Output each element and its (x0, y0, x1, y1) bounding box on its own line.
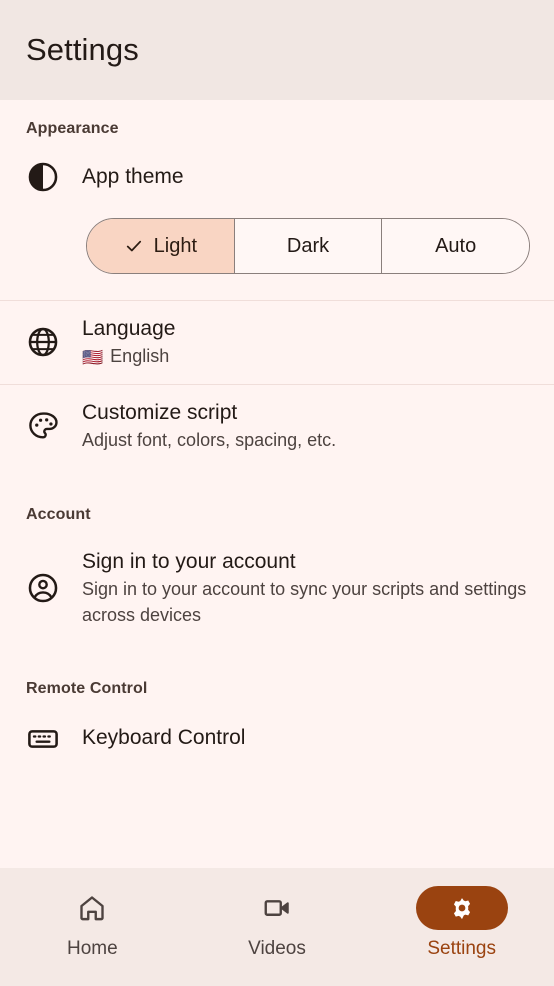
settings-row-language[interactable]: Language 🇺🇸 English (0, 301, 554, 384)
sign-in-label: Sign in to your account (82, 549, 296, 573)
settings-row-keyboard-control[interactable]: Keyboard Control (0, 704, 554, 772)
language-value: 🇺🇸 English (82, 344, 530, 370)
keyboard-control-label: Keyboard Control (82, 726, 246, 750)
check-icon (124, 236, 144, 256)
section-header-remote-control: Remote Control (26, 680, 148, 698)
section-header-appearance: Appearance (26, 120, 119, 137)
nav-item-videos[interactable]: Videos (185, 886, 370, 960)
app-bar: Settings (0, 0, 554, 100)
theme-option-dark-label: Dark (286, 234, 330, 257)
settings-row-app-theme[interactable]: App theme Light Dark Auto (0, 144, 554, 300)
settings-row-sign-in[interactable]: Sign in to your account Sign in to your … (0, 530, 554, 642)
app-theme-label: App theme (82, 165, 184, 189)
sign-in-description: Sign in to your account to sync your scr… (82, 578, 527, 625)
theme-option-light[interactable]: Light (87, 219, 235, 273)
theme-segmented-control[interactable]: Light Dark Auto (86, 218, 530, 274)
bottom-navigation-bar[interactable]: Home Videos Settings (0, 868, 554, 986)
nav-item-home[interactable]: Home (0, 886, 185, 960)
globe-icon (24, 323, 62, 361)
nav-item-videos-label: Videos (248, 938, 306, 959)
nav-item-home-label: Home (66, 938, 118, 959)
app-theme-row-main[interactable]: App theme (0, 144, 554, 210)
section-header-account: Account (26, 505, 91, 523)
language-label: Language (82, 317, 176, 340)
account-circle-icon (24, 569, 62, 607)
nav-item-settings-label: Settings (427, 938, 496, 959)
keyboard-icon (24, 720, 62, 758)
theme-option-auto[interactable]: Auto (382, 219, 529, 273)
customize-script-label: Customize script (82, 400, 238, 424)
flag-icon: 🇺🇸 (82, 347, 104, 367)
palette-icon (24, 407, 62, 445)
app-theme-segmented-wrap: Light Dark Auto (0, 210, 554, 296)
nav-item-settings[interactable]: Settings (369, 886, 554, 960)
language-value-text: English (110, 346, 170, 367)
theme-option-auto-label: Auto (435, 234, 477, 257)
home-icon (46, 886, 138, 930)
page-title: Settings (26, 32, 139, 67)
settings-row-customize-script[interactable]: Customize script Adjust font, colors, sp… (0, 385, 554, 468)
video-camera-icon (231, 886, 323, 930)
theme-option-light-label: Light (153, 234, 198, 257)
settings-scroll-area[interactable]: Appearance App theme Light Dark Auto Lan… (0, 100, 554, 986)
theme-option-dark[interactable]: Dark (234, 219, 383, 273)
gear-icon (415, 886, 508, 930)
customize-script-description: Adjust font, colors, spacing, etc. (82, 430, 337, 451)
contrast-icon (24, 158, 62, 196)
